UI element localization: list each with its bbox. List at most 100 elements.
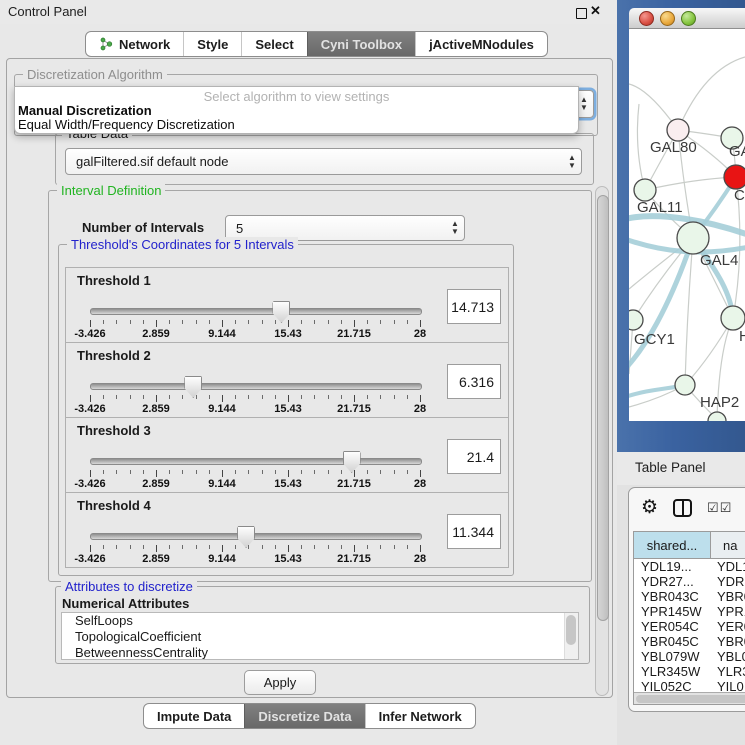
dropdown-item-equal-width[interactable]: Equal Width/Frequency Discretization xyxy=(15,118,578,132)
threshold-value-field[interactable]: 14.713 xyxy=(447,289,501,324)
table-row[interactable]: YIL052CYIL0 xyxy=(634,679,745,692)
tick-label: 15.43 xyxy=(274,478,302,490)
network-node[interactable] xyxy=(667,119,689,141)
tab-discretize-data[interactable]: Discretize Data xyxy=(244,704,364,728)
table-header-shared-name[interactable]: shared... xyxy=(634,532,711,558)
cell-name[interactable]: YBL0 xyxy=(710,649,745,664)
cell-name[interactable]: YLR3 xyxy=(710,664,745,679)
cell-name[interactable]: YBR0 xyxy=(710,589,745,604)
cell-shared-name[interactable]: YBR043C xyxy=(634,589,710,604)
list-scrollbar[interactable] xyxy=(564,613,578,659)
tab-impute-data[interactable]: Impute Data xyxy=(144,704,244,728)
cell-shared-name[interactable]: YDR27... xyxy=(634,574,710,589)
num-intervals-value: 5 xyxy=(226,221,446,236)
network-node[interactable] xyxy=(675,375,695,395)
algorithm-group-title: Discretization Algorithm xyxy=(23,67,167,82)
cell-shared-name[interactable]: YLR345W xyxy=(634,664,710,679)
network-icon xyxy=(99,37,113,51)
slider-track[interactable] xyxy=(90,458,422,465)
node-table: shared... na YDL19...YDL1YDR27...YDR2YBR… xyxy=(633,531,745,705)
cell-name[interactable]: YIL0 xyxy=(710,679,745,692)
slider-track[interactable] xyxy=(90,383,422,390)
cell-shared-name[interactable]: YDL19... xyxy=(634,559,710,574)
tick-label: -3.426 xyxy=(74,553,105,565)
tab-infer-network[interactable]: Infer Network xyxy=(365,704,475,728)
slider-track[interactable] xyxy=(90,533,422,540)
node-label-gal80: GAL80 xyxy=(650,139,697,156)
cell-name[interactable]: YER0 xyxy=(710,619,745,634)
table-row[interactable]: YBR043CYBR0 xyxy=(634,589,745,604)
cell-shared-name[interactable]: YBL079W xyxy=(634,649,710,664)
bottom-tab-bar: Impute DataDiscretize DataInfer Network xyxy=(143,703,476,729)
cell-shared-name[interactable]: YIL052C xyxy=(634,679,710,692)
threshold-label: Threshold 4 xyxy=(77,498,151,513)
close-traffic-light-icon[interactable] xyxy=(639,11,654,26)
cell-name[interactable]: YDR2 xyxy=(710,574,745,589)
threshold-label: Threshold 2 xyxy=(77,348,151,363)
tick-label: 9.144 xyxy=(208,328,236,340)
columns-icon[interactable] xyxy=(673,499,692,517)
table-row[interactable]: YPR145WYPR1 xyxy=(634,604,745,619)
tab-cyni-toolbox[interactable]: Cyni Toolbox xyxy=(307,32,415,56)
threshold-value-field[interactable]: 6.316 xyxy=(447,364,501,399)
control-panel-title: Control Panel xyxy=(8,4,87,19)
slider-track[interactable] xyxy=(90,308,422,315)
zoom-traffic-light-icon[interactable] xyxy=(681,11,696,26)
checkboxes-icon[interactable]: ☑☑ xyxy=(707,500,732,516)
numerical-attributes-list[interactable]: SelfLoopsTopologicalCoefficientBetweenne… xyxy=(61,612,579,660)
tick-label: 21.715 xyxy=(337,403,371,415)
apply-button[interactable]: Apply xyxy=(244,670,316,695)
tick-label: 9.144 xyxy=(208,478,236,490)
table-row[interactable]: YBR045CYBR0 xyxy=(634,634,745,649)
panel-vertical-scrollbar[interactable] xyxy=(595,186,609,696)
threshold-value-field[interactable]: 11.344 xyxy=(447,514,501,549)
table-row[interactable]: YLR345WYLR3 xyxy=(634,664,745,679)
tab-network[interactable]: Network xyxy=(86,32,183,56)
attribute-item-topologicalcoefficient[interactable]: TopologicalCoefficient xyxy=(62,629,578,645)
cell-name[interactable]: YBR0 xyxy=(710,634,745,649)
cell-name[interactable]: YPR1 xyxy=(710,604,745,619)
slider-tick-labels: -3.4262.8599.14415.4321.71528 xyxy=(90,403,420,415)
slider-tick-labels: -3.4262.8599.14415.4321.71528 xyxy=(90,478,420,490)
float-window-icon[interactable] xyxy=(576,8,587,19)
tick-label: 28 xyxy=(414,478,426,490)
close-icon[interactable]: ✕ xyxy=(590,3,601,19)
table-row[interactable]: YER054CYER0 xyxy=(634,619,745,634)
attribute-item-selfloops[interactable]: SelfLoops xyxy=(62,613,578,629)
table-header-row: shared... na xyxy=(634,532,745,559)
dropdown-hint: Select algorithm to view settings xyxy=(15,87,578,104)
dropdown-item-manual-discretization[interactable]: Manual Discretization xyxy=(15,104,578,118)
control-panel-titlebar: Control Panel ✕ xyxy=(0,0,617,24)
cell-shared-name[interactable]: YBR045C xyxy=(634,634,710,649)
network-node[interactable] xyxy=(629,310,643,330)
slider-tick-labels: -3.4262.8599.14415.4321.71528 xyxy=(90,328,420,340)
tab-select[interactable]: Select xyxy=(241,32,306,56)
network-canvas[interactable]: GAL80GAGAL11CGAL4GCY1HHAP2 xyxy=(629,29,745,421)
threshold-2-panel: Threshold 2 -3.4262.8599.14415.4321.71528… xyxy=(65,342,509,418)
cell-name[interactable]: YDL1 xyxy=(710,559,745,574)
network-window-titlebar[interactable] xyxy=(629,8,745,29)
network-node[interactable] xyxy=(634,179,656,201)
threshold-label: Threshold 3 xyxy=(77,423,151,438)
table-row[interactable]: YDL19...YDL1 xyxy=(634,559,745,574)
tick-label: 28 xyxy=(414,403,426,415)
table-row[interactable]: YBL079WYBL0 xyxy=(634,649,745,664)
table-horizontal-scrollbar[interactable] xyxy=(634,692,745,704)
network-node[interactable] xyxy=(721,306,745,330)
tab-jactivemnodules[interactable]: jActiveMNodules xyxy=(415,32,547,56)
attributes-group-title: Attributes to discretize xyxy=(61,579,197,594)
network-node[interactable] xyxy=(724,165,745,189)
cell-shared-name[interactable]: YER054C xyxy=(634,619,710,634)
network-node[interactable] xyxy=(677,222,709,254)
tab-label: Cyni Toolbox xyxy=(321,37,402,52)
cell-shared-name[interactable]: YPR145W xyxy=(634,604,710,619)
node-label-ga: GA xyxy=(729,143,745,160)
attribute-item-betweennesscentrality[interactable]: BetweennessCentrality xyxy=(62,645,578,660)
table-header-name[interactable]: na xyxy=(711,532,745,558)
gear-icon[interactable]: ⚙ xyxy=(641,498,658,518)
minimize-traffic-light-icon[interactable] xyxy=(660,11,675,26)
tab-style[interactable]: Style xyxy=(183,32,241,56)
table-data-combobox[interactable]: galFiltered.sif default node ▲▼ xyxy=(65,148,582,175)
threshold-value-field[interactable]: 21.4 xyxy=(447,439,501,474)
table-row[interactable]: YDR27...YDR2 xyxy=(634,574,745,589)
